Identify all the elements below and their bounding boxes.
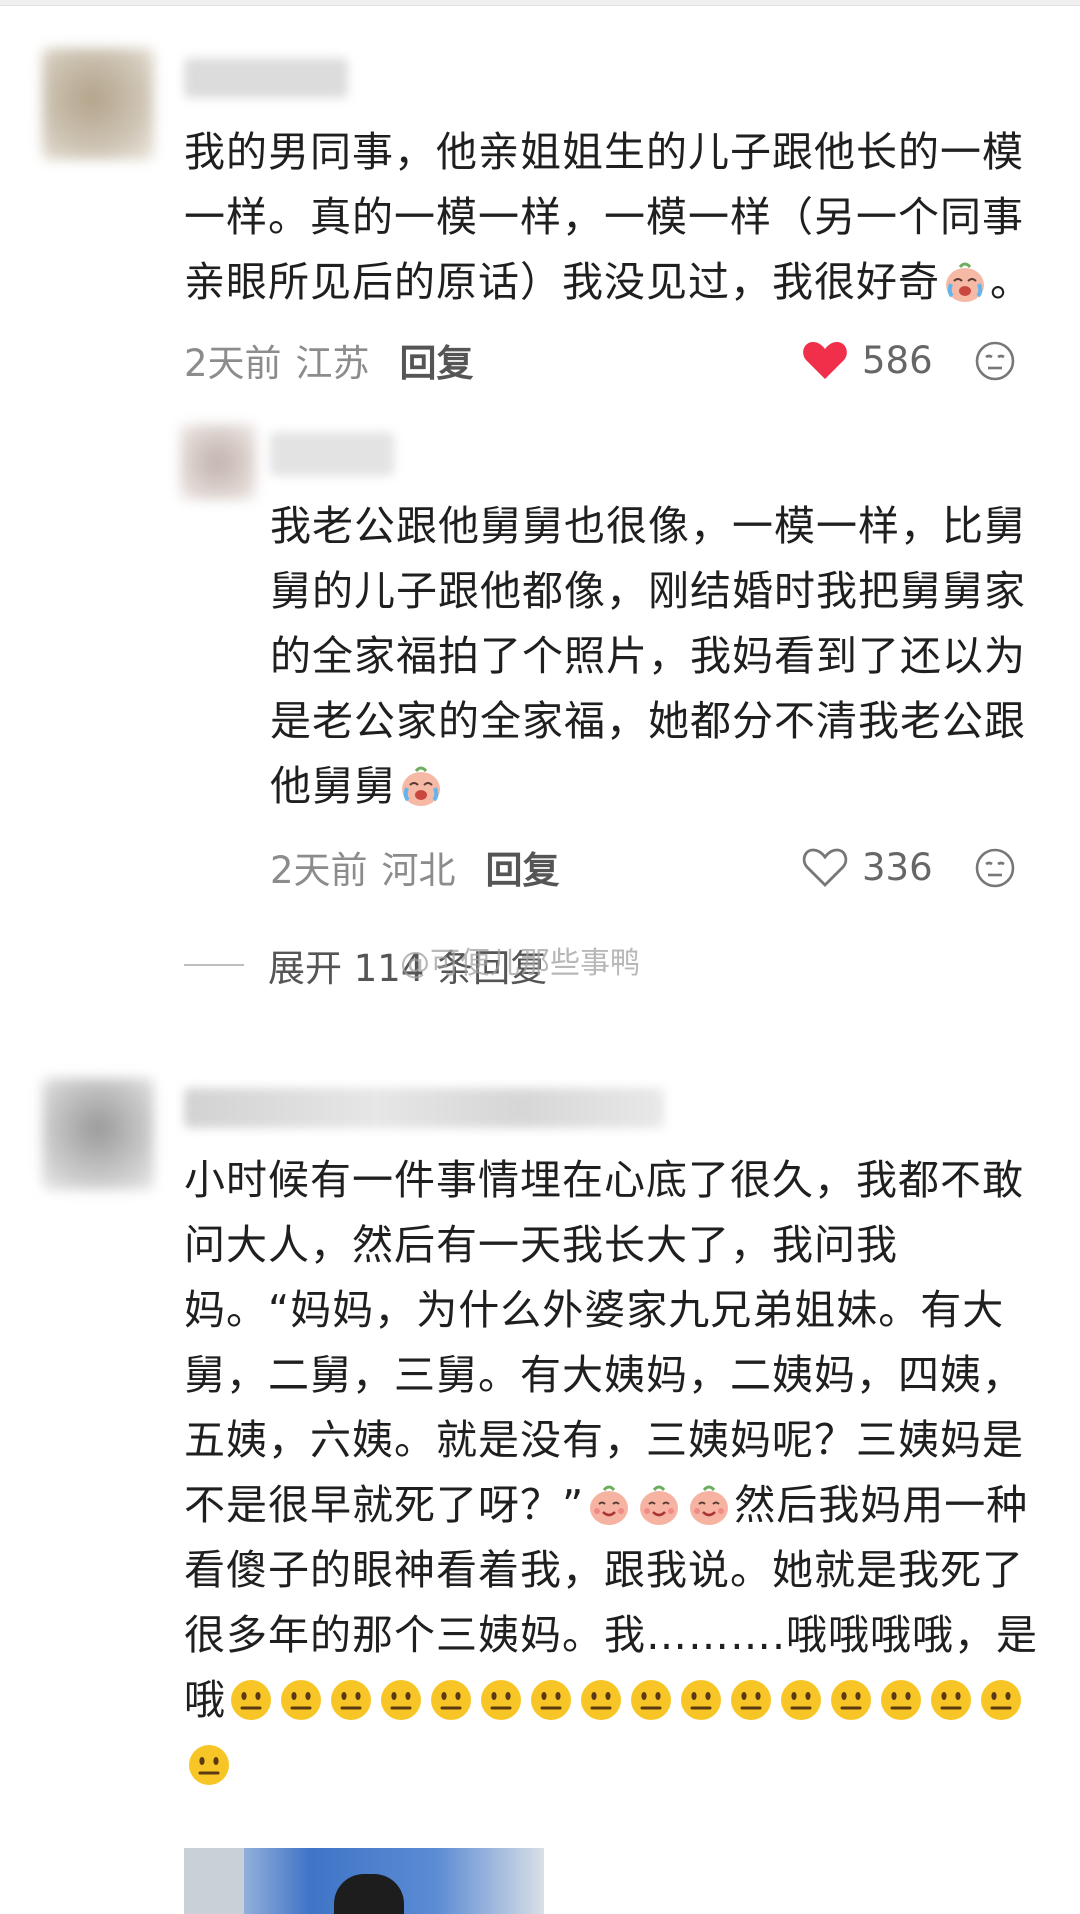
location: 江苏 xyxy=(295,342,370,385)
watermark: @可便儿那些事鸭 xyxy=(400,946,640,981)
image-figure xyxy=(334,1874,404,1914)
location: 河北 xyxy=(381,849,456,892)
crying-laugh-emoji xyxy=(946,262,984,302)
crying-laugh-emoji xyxy=(402,766,440,806)
comment-text: 小时候有一件事情埋在心底了很久，我都不敢问大人，然后有一天我长大了，我问我妈。“… xyxy=(184,1148,1040,1798)
like-button[interactable]: 336 xyxy=(802,837,933,897)
reply-text: 我老公跟他舅舅也很像，一模一样，比舅舅的儿子跟他都像，刚结婚时我把舅舅家的全家福… xyxy=(270,502,1026,810)
neutral-face-emoji xyxy=(681,1680,721,1720)
neutral-face-emoji xyxy=(581,1680,621,1720)
comment-text: 我的男同事，他亲姐姐生的儿子跟他长的一模一样。真的一模一样，一模一样（另一个同事… xyxy=(184,128,1032,306)
reply-button[interactable]: 回复 xyxy=(486,840,560,894)
dislike-face-icon[interactable] xyxy=(974,847,1016,889)
neutral-face-emoji xyxy=(531,1680,571,1720)
neutral-face-emoji xyxy=(481,1680,521,1720)
emoji-group xyxy=(584,1481,734,1529)
like-count: 336 xyxy=(862,845,933,889)
comment-meta: 2天前 江苏 回复 xyxy=(184,330,474,390)
neutral-face-emoji xyxy=(781,1680,821,1720)
username-blurred[interactable] xyxy=(270,432,394,476)
neutral-face-emoji xyxy=(981,1680,1021,1720)
neutral-face-emoji xyxy=(331,1680,371,1720)
smiling-peach-emoji xyxy=(590,1485,629,1525)
neutral-face-emoji xyxy=(189,1745,229,1785)
username-blurred[interactable] xyxy=(184,1088,664,1128)
neutral-face-emoji xyxy=(731,1680,771,1720)
username-blurred[interactable] xyxy=(184,58,348,98)
neutral-face-emoji xyxy=(831,1680,871,1720)
neutral-face-emoji xyxy=(881,1680,921,1720)
neutral-face-emoji xyxy=(431,1680,471,1720)
neutral-face-emoji xyxy=(281,1680,321,1720)
heart-filled-icon xyxy=(803,342,847,379)
like-button[interactable]: 586 xyxy=(802,330,933,390)
neutral-face-emoji xyxy=(631,1680,671,1720)
divider-dash xyxy=(184,964,244,966)
dislike-face-icon[interactable] xyxy=(974,340,1016,382)
like-count: 586 xyxy=(862,338,933,382)
avatar[interactable] xyxy=(180,424,256,500)
reply-meta: 2天前 河北 回复 xyxy=(270,837,560,897)
heart-outline-icon xyxy=(802,848,848,887)
smiling-peach-emoji xyxy=(640,1485,679,1525)
image-shade xyxy=(184,1848,244,1914)
smiling-peach-emoji xyxy=(690,1485,729,1525)
comment-image[interactable] xyxy=(184,1848,544,1914)
timestamp: 2天前 xyxy=(270,849,368,892)
top-divider xyxy=(0,0,1080,6)
reply-button[interactable]: 回复 xyxy=(400,333,474,387)
timestamp: 2天前 xyxy=(184,342,282,385)
neutral-face-emoji xyxy=(931,1680,971,1720)
avatar[interactable] xyxy=(42,1078,154,1190)
neutral-face-emoji xyxy=(381,1680,421,1720)
avatar[interactable] xyxy=(42,48,154,160)
emoji-group xyxy=(184,1676,1026,1789)
neutral-face-emoji xyxy=(231,1680,271,1720)
